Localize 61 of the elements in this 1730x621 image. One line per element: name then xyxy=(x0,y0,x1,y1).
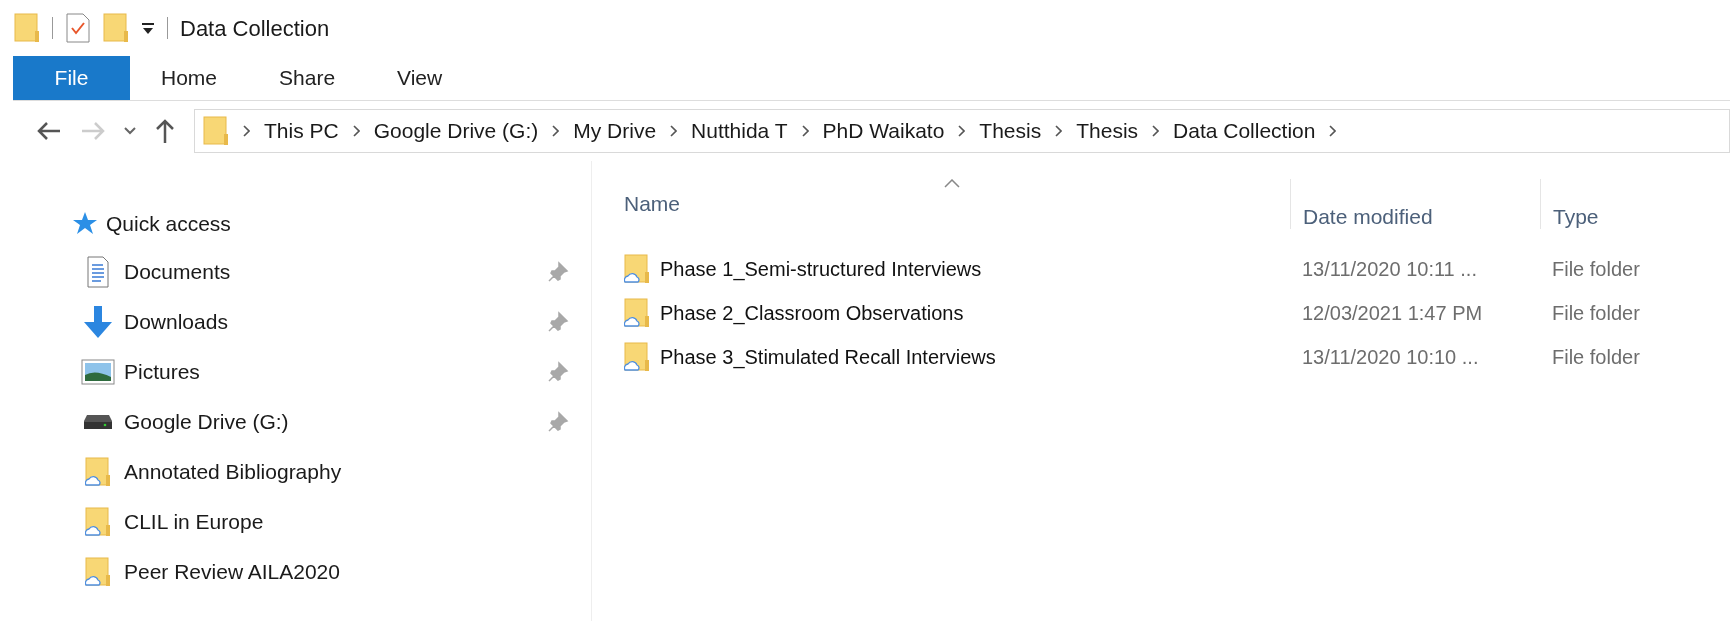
chevron-right-icon[interactable] xyxy=(352,125,360,137)
breadcrumb[interactable]: This PC xyxy=(264,115,339,147)
sidebar-item[interactable]: Annotated Bibliography xyxy=(68,447,569,497)
breadcrumb[interactable]: Thesis xyxy=(979,115,1042,147)
sidebar-item[interactable]: Downloads xyxy=(68,297,569,347)
document-icon xyxy=(85,256,111,288)
table-cell-text: File folder xyxy=(1551,301,1640,326)
chevron-right-icon[interactable] xyxy=(958,125,966,137)
dropdown-icon[interactable] xyxy=(141,21,155,35)
chevron-right-icon[interactable] xyxy=(552,125,560,137)
cloud-folder-icon xyxy=(85,507,111,537)
table-cell-text: File folder xyxy=(1551,257,1640,282)
breadcrumb[interactable]: My Drive xyxy=(573,115,657,147)
column-header[interactable]: Type xyxy=(1540,179,1599,229)
chevron-right-icon[interactable] xyxy=(801,125,809,137)
ribbon-tab[interactable]: File xyxy=(13,56,130,100)
breadcrumb[interactable]: Nutthida T xyxy=(691,115,788,147)
sidebar-header[interactable]: Quick access xyxy=(106,208,231,240)
chevron-right-icon[interactable] xyxy=(1152,125,1160,137)
properties-icon[interactable] xyxy=(65,12,91,44)
sidebar-item[interactable]: Documents xyxy=(68,247,569,297)
drive-icon xyxy=(83,414,113,430)
folder-icon xyxy=(14,13,40,43)
address-bar[interactable]: This PC Google Drive (G:) My Drive Nutthida T PhD Waikato Thesis Thesis Data Collection xyxy=(194,109,1730,153)
pictures-icon xyxy=(81,359,115,385)
file-name[interactable]: Phase 3_Stimulated Recall Interviews xyxy=(660,342,996,372)
table-cell-text: 12/03/2021 1:47 PM xyxy=(1301,301,1484,326)
cloud-folder-icon xyxy=(85,457,111,487)
back-icon[interactable] xyxy=(36,120,62,142)
breadcrumb[interactable]: Google Drive (G:) xyxy=(373,115,539,147)
sidebar-item[interactable]: Pictures xyxy=(68,347,569,397)
chevron-right-icon[interactable] xyxy=(243,125,250,137)
table-cell-text: File folder xyxy=(1551,345,1640,370)
sidebar-item[interactable]: Peer Review AILA2020 xyxy=(68,547,569,597)
cloud-folder-icon xyxy=(624,298,650,328)
chevron-right-icon[interactable] xyxy=(670,125,678,137)
cloud-folder-icon xyxy=(85,557,111,587)
file-name[interactable]: Phase 2_Classroom Observations xyxy=(660,298,964,328)
window-title: Data Collection xyxy=(180,14,330,43)
breadcrumb[interactable]: Data Collection xyxy=(1173,115,1316,147)
table-cell-text: 13/11/2020 10:10 ... xyxy=(1301,345,1480,370)
sidebar-item[interactable]: CLIL in Europe xyxy=(68,497,569,547)
column-header[interactable]: Date modified xyxy=(1290,179,1540,229)
breadcrumb[interactable]: PhD Waikato xyxy=(822,115,945,147)
table-cell-text: 13/11/2020 10:11 ... xyxy=(1301,257,1478,282)
ribbon-tab[interactable]: Share xyxy=(248,56,367,100)
chevron-right-icon[interactable] xyxy=(1055,125,1063,137)
file-name[interactable]: Phase 1_Semi-structured Interviews xyxy=(660,254,982,284)
cloud-folder-icon xyxy=(624,342,650,372)
chevron-down-icon[interactable] xyxy=(124,127,136,135)
cloud-folder-icon xyxy=(624,254,650,284)
column-header[interactable]: Name xyxy=(624,170,1290,220)
new-folder-icon xyxy=(103,13,129,43)
chevron-right-icon[interactable] xyxy=(1329,125,1337,137)
ribbon-tab[interactable]: View xyxy=(366,56,474,100)
sidebar-item[interactable]: Google Drive (G:) xyxy=(68,397,569,447)
folder-icon xyxy=(203,116,229,146)
download-icon xyxy=(81,305,115,339)
up-icon[interactable] xyxy=(154,118,176,144)
breadcrumb[interactable]: Thesis xyxy=(1076,115,1139,147)
ribbon-tab[interactable]: Home xyxy=(130,56,249,100)
